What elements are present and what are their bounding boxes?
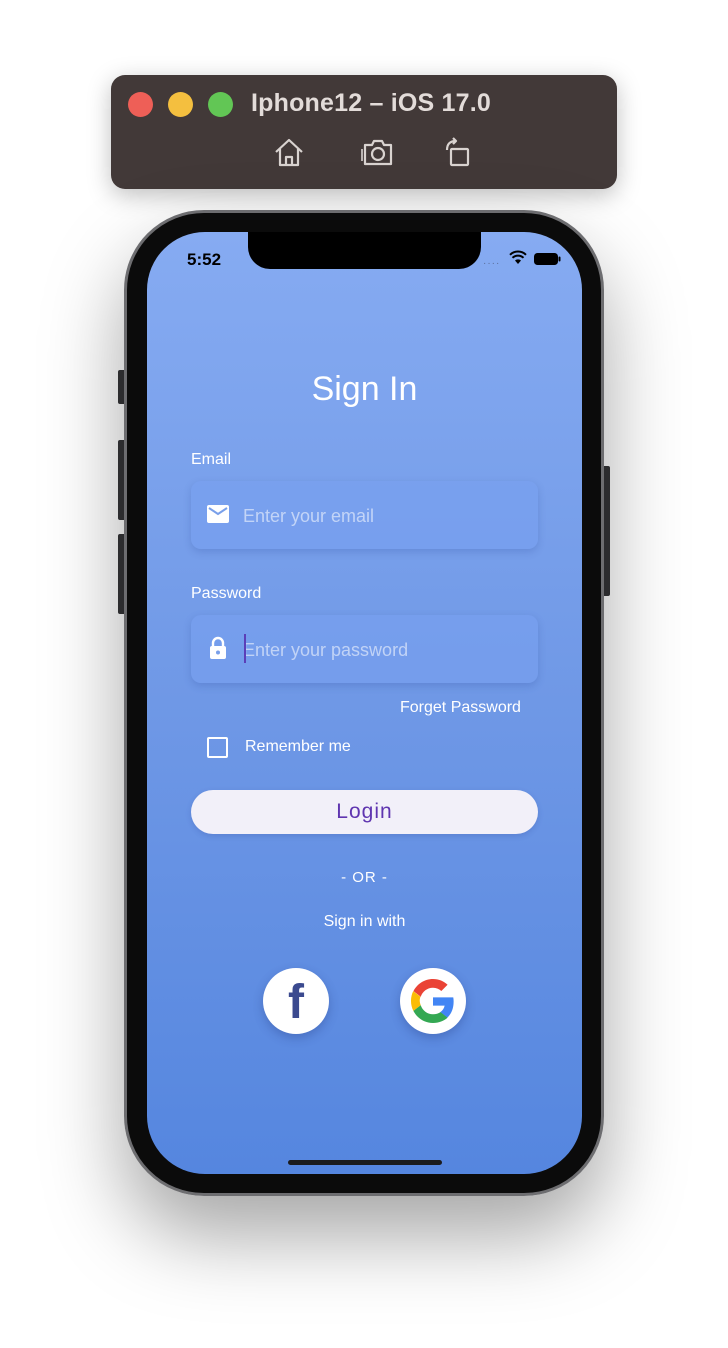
zoom-window-button[interactable] [208,92,233,117]
remember-me-row: Remember me [207,736,351,758]
notch [248,232,481,269]
simulator-title: Iphone12 – iOS 17.0 [251,89,492,117]
screenshot-icon[interactable] [361,136,395,168]
remember-me-checkbox[interactable] [207,736,228,758]
email-field[interactable] [243,499,523,533]
login-button[interactable]: Login [191,790,538,834]
close-window-button[interactable] [128,92,153,117]
google-login-button[interactable] [400,968,466,1034]
password-field[interactable] [243,633,523,667]
facebook-icon: f [288,976,304,1029]
google-icon [411,979,454,1023]
signal-dots-icon: ···· [483,258,501,269]
remember-me-label: Remember me [245,738,351,755]
password-field-container [191,615,538,683]
phone-screen: 5:52 ···· Sign In Email Password [147,232,582,1174]
forgot-password-link[interactable]: Forget Password [400,699,521,717]
mail-icon [207,505,229,523]
or-divider: - OR - [341,869,388,886]
status-time: 5:52 [187,250,222,269]
sign-in-with-label: Sign in with [323,913,406,930]
password-label: Password [191,585,262,602]
text-cursor [244,634,246,663]
minimize-window-button[interactable] [168,92,193,117]
email-label: Email [191,451,232,468]
wifi-icon [509,250,527,264]
facebook-login-button[interactable]: f [263,968,329,1034]
battery-icon [534,253,561,265]
home-indicator[interactable] [288,1160,442,1165]
lock-icon [210,636,226,659]
rotate-icon[interactable] [441,136,475,168]
email-field-container [191,481,538,549]
page-title: Sign In [311,370,418,408]
stage: Iphone12 – iOS 17.0 5:52 ···· Sign In Em… [0,0,728,1348]
home-icon[interactable] [272,136,306,168]
